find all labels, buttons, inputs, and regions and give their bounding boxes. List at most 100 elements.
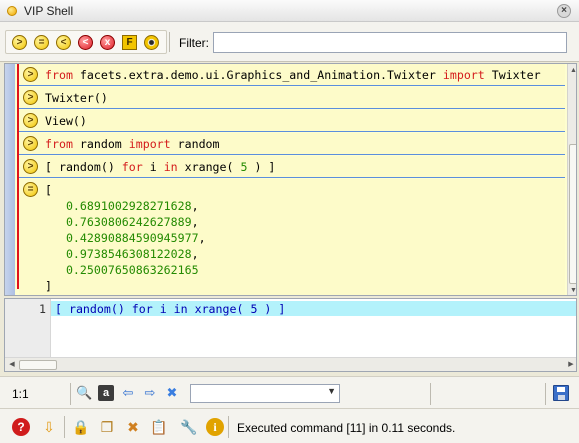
show-results-button[interactable]: =	[34, 35, 49, 50]
history-command-entry[interactable]: > from random import random	[19, 133, 565, 155]
chevron-down-icon[interactable]: ▼	[327, 386, 336, 396]
down-arrow-icon[interactable]: ⇩	[40, 418, 58, 436]
toolbar-separator	[64, 416, 65, 438]
editor-horizontal-scrollbar[interactable]: ◀ ▶	[5, 357, 576, 371]
status-separator	[70, 383, 71, 405]
history-panel[interactable]: > from facets.extra.demo.ui.Graphics_and_…	[4, 63, 577, 296]
number-token: 0.6891002928271628	[65, 199, 192, 213]
tools-icon[interactable]: 🔧	[180, 418, 198, 436]
scroll-down-icon[interactable]: ▼	[569, 286, 576, 295]
code-token: [	[45, 183, 52, 197]
history-command-entry[interactable]: > [ random() for i in xrange( 5 ) ]	[19, 156, 565, 178]
result-line: 0.7630806242627889,	[45, 215, 199, 229]
history-marker-line	[17, 64, 19, 289]
history-command-entry[interactable]: > Twixter()	[19, 87, 565, 109]
history-filter-button-group: > = < < x F	[5, 30, 167, 54]
command-editor[interactable]: 1 [ random() for i in xrange( 5 ) ] ◀ ▶	[4, 298, 577, 372]
command-text: [ random() for i in xrange( 5 ) ]	[45, 160, 275, 174]
status-separator	[545, 383, 546, 405]
code-token: i	[142, 160, 164, 174]
number-token: 0.25007650863262165	[65, 263, 199, 277]
filter-label: Filter:	[179, 36, 209, 50]
command-text: from facets.extra.demo.ui.Graphics_and_A…	[45, 68, 541, 82]
result-line: 0.42890884590945977,	[45, 231, 206, 245]
show-commands-button[interactable]: >	[12, 35, 27, 50]
toolbar-separator	[228, 416, 229, 438]
command-icon: >	[23, 90, 38, 105]
editor-status-bar: 1:1 🔍 a ⇦ ⇨ ✖ ▼	[0, 376, 579, 408]
command-text: Twixter()	[45, 91, 108, 105]
history-command-entry[interactable]: > View()	[19, 110, 565, 132]
delete-icon[interactable]: ✖	[124, 418, 142, 436]
command-icon: >	[23, 136, 38, 151]
keyword-token: for	[121, 160, 143, 174]
result-icon: =	[23, 182, 38, 197]
editor-code-line[interactable]: [ random() for i in xrange( 5 ) ]	[55, 302, 285, 316]
cancel-icon[interactable]: ✖	[164, 385, 180, 401]
show-errors-button[interactable]: <	[78, 35, 93, 50]
result-line: 0.9738546308122028,	[45, 247, 199, 261]
keyword-token: from	[45, 68, 73, 82]
code-token: random	[170, 137, 220, 151]
help-icon[interactable]: ?	[12, 418, 30, 436]
result-line: [	[45, 183, 52, 197]
code-token: ,	[191, 215, 199, 229]
save-icon[interactable]	[553, 385, 569, 401]
font-icon[interactable]: a	[98, 385, 114, 401]
code-token: [ random()	[45, 160, 122, 174]
code-token: View()	[45, 114, 87, 128]
scroll-left-icon[interactable]: ◀	[7, 360, 17, 370]
show-files-button[interactable]: F	[122, 35, 137, 50]
lock-icon[interactable]: 🔒	[72, 418, 90, 436]
command-icon: >	[23, 113, 38, 128]
window-title: VIP Shell	[24, 4, 74, 18]
paste-icon[interactable]: 📋	[150, 418, 168, 436]
info-icon[interactable]: i	[206, 418, 224, 436]
keyword-token: import	[442, 68, 485, 82]
keyword-token: import	[128, 137, 171, 151]
clear-button[interactable]: x	[100, 35, 115, 50]
result-line: 0.6891002928271628,	[45, 199, 199, 213]
keyword-token: from	[45, 137, 73, 151]
code-token: xrange(	[177, 160, 241, 174]
status-separator	[430, 383, 431, 405]
copy-icon[interactable]: ❐	[98, 418, 116, 436]
history-command-entry[interactable]: > from facets.extra.demo.ui.Graphics_and_…	[19, 64, 565, 86]
app-icon	[7, 6, 17, 16]
code-token: random	[72, 137, 129, 151]
back-arrow-icon[interactable]: ⇦	[120, 385, 136, 401]
line-number-gutter: 1	[5, 299, 51, 357]
title-bar: VIP Shell ×	[0, 0, 579, 22]
code-token: [ random() for i in xrange( 5 ) ]	[55, 302, 286, 316]
show-output-button[interactable]: <	[56, 35, 71, 50]
number-token: 0.7630806242627889	[65, 215, 192, 229]
filter-input[interactable]	[213, 32, 567, 53]
number-token: 0.9738546308122028	[65, 247, 192, 261]
zoom-icon[interactable]: 🔍	[76, 385, 92, 401]
code-token: ) ]	[247, 160, 276, 174]
bottom-toolbar: ? ⇩ 🔒 ❐ ✖ 📋 🔧 i Executed command [11] in 0.11 s…	[0, 408, 579, 443]
scrollbar-thumb[interactable]	[569, 144, 576, 284]
result-line: ]	[45, 279, 52, 293]
code-token: ,	[198, 231, 206, 245]
status-message: Executed command [11] in 0.11 seconds.	[237, 421, 456, 435]
show-views-button[interactable]	[144, 35, 159, 50]
forward-arrow-icon[interactable]: ⇨	[142, 385, 158, 401]
toolbar-separator	[169, 32, 170, 52]
cursor-position: 1:1	[12, 387, 29, 401]
command-text: View()	[45, 114, 87, 128]
history-combo-box[interactable]: ▼	[190, 384, 340, 403]
close-icon[interactable]: ×	[557, 4, 571, 18]
code-token: Twixter	[484, 68, 541, 82]
history-vertical-scrollbar[interactable]: ▲ ▼	[567, 64, 576, 295]
scroll-right-icon[interactable]: ▶	[566, 360, 576, 370]
history-result-entry[interactable]: = [ 0.6891002928271628, 0.763080624262788…	[19, 179, 565, 295]
scroll-up-icon[interactable]: ▲	[569, 66, 576, 75]
scrollbar-thumb[interactable]	[19, 360, 57, 370]
command-text: from random import random	[45, 137, 220, 151]
